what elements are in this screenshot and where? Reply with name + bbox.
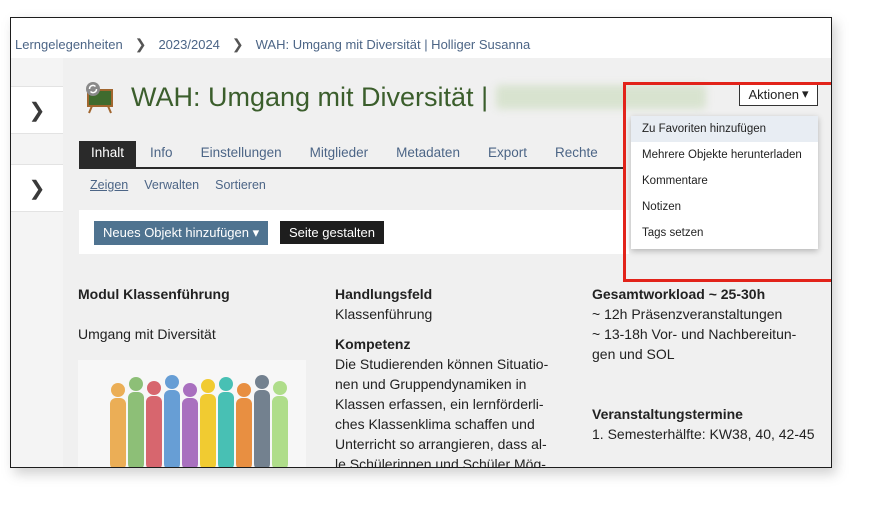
content-column-3: Gesamtworkload ~ 25-30h ~ 12h Präsenzver… bbox=[592, 284, 827, 444]
course-board-icon bbox=[83, 80, 117, 114]
competence-line: ches Klassenklima schaffen und bbox=[335, 416, 535, 432]
content-column-1: Modul Klassenführung Umgang mit Diversit… bbox=[78, 284, 308, 344]
workload-line: ~ 13-18h Vor- und Nachbereitun- bbox=[592, 326, 797, 342]
module-heading: Modul Klassenführung bbox=[78, 286, 230, 302]
chevron-right-icon: ❯ bbox=[28, 99, 46, 122]
competence-heading: Kompetenz bbox=[335, 336, 411, 352]
breadcrumb: Lerngelegenheiten ❯ 2023/2024 ❯ WAH: Umg… bbox=[15, 36, 530, 53]
tab-metadaten[interactable]: Metadaten bbox=[382, 141, 474, 167]
field-heading: Handlungsfeld bbox=[335, 286, 433, 302]
page-title: WAH: Umgang mit Diversität | bbox=[131, 81, 489, 112]
subtab-sortieren[interactable]: Sortieren bbox=[215, 178, 266, 192]
tab-inhalt[interactable]: Inhalt bbox=[79, 141, 137, 167]
subtab-zeigen[interactable]: Zeigen bbox=[90, 178, 128, 192]
chevron-right-icon: ❯ bbox=[28, 177, 46, 200]
design-page-button[interactable]: Seite gestalten bbox=[280, 221, 385, 244]
add-object-button[interactable]: Neues Objekt hinzufügen ▾ bbox=[94, 221, 269, 245]
tab-bar: Inhalt Info Einstellungen Mitglieder Met… bbox=[79, 141, 624, 169]
workload-line: gen und SOL bbox=[592, 346, 675, 362]
breadcrumb-item-course[interactable]: WAH: Umgang mit Diversität | Holliger Su… bbox=[256, 37, 531, 52]
tab-rechte[interactable]: Rechte bbox=[541, 141, 612, 167]
sidebar-expand-button[interactable]: ❯ bbox=[11, 164, 63, 212]
module-subtitle: Umgang mit Diversität bbox=[78, 326, 216, 342]
competence-line: Klassen erfassen, ein lernförderli- bbox=[335, 396, 544, 412]
competence-line: Unterricht so arrangieren, dass al- bbox=[335, 436, 547, 452]
dates-text: 1. Semesterhälfte: KW38, 40, 42-45 bbox=[592, 426, 815, 442]
title-row: WAH: Umgang mit Diversität | bbox=[83, 80, 707, 114]
competence-line: nen und Gruppendynamiken in bbox=[335, 376, 527, 392]
competence-line: le Schülerinnen und Schüler Mög- bbox=[335, 456, 546, 468]
sidebar-expand-button[interactable]: ❯ bbox=[11, 86, 63, 134]
workload-line: ~ 12h Präsenzveranstaltungen bbox=[592, 306, 783, 322]
tab-info[interactable]: Info bbox=[136, 141, 187, 167]
toolbar: Neues Objekt hinzufügen ▾ Seite gestalte… bbox=[79, 210, 629, 254]
add-object-label: Neues Objekt hinzufügen bbox=[103, 225, 249, 240]
competence-line: Die Studierenden können Situatio- bbox=[335, 356, 549, 372]
tab-export[interactable]: Export bbox=[474, 141, 541, 167]
tab-mitglieder[interactable]: Mitglieder bbox=[296, 141, 383, 167]
field-text: Klassenführung bbox=[335, 306, 433, 322]
subtab-verwalten[interactable]: Verwalten bbox=[144, 178, 199, 192]
caret-down-icon: ▾ bbox=[252, 225, 260, 240]
highlight-annotation bbox=[623, 82, 831, 282]
breadcrumb-item-year[interactable]: 2023/2024 bbox=[158, 37, 219, 52]
breadcrumb-item-lerngelegenheiten[interactable]: Lerngelegenheiten bbox=[15, 37, 123, 52]
chevron-right-icon: ❯ bbox=[134, 36, 147, 52]
people-illustration bbox=[78, 360, 306, 467]
content-column-2: Handlungsfeld Klassenführung Kompetenz D… bbox=[335, 284, 575, 468]
workload-heading: Gesamtworkload ~ 25-30h bbox=[592, 286, 766, 302]
subtab-bar: Zeigen Verwalten Sortieren bbox=[90, 178, 266, 192]
chevron-right-icon: ❯ bbox=[231, 36, 244, 52]
sidebar: ❯ ❯ bbox=[11, 58, 63, 467]
app-window: Lerngelegenheiten ❯ 2023/2024 ❯ WAH: Umg… bbox=[10, 17, 832, 468]
tab-einstellungen[interactable]: Einstellungen bbox=[187, 141, 296, 167]
dates-heading: Veranstaltungstermine bbox=[592, 406, 743, 422]
